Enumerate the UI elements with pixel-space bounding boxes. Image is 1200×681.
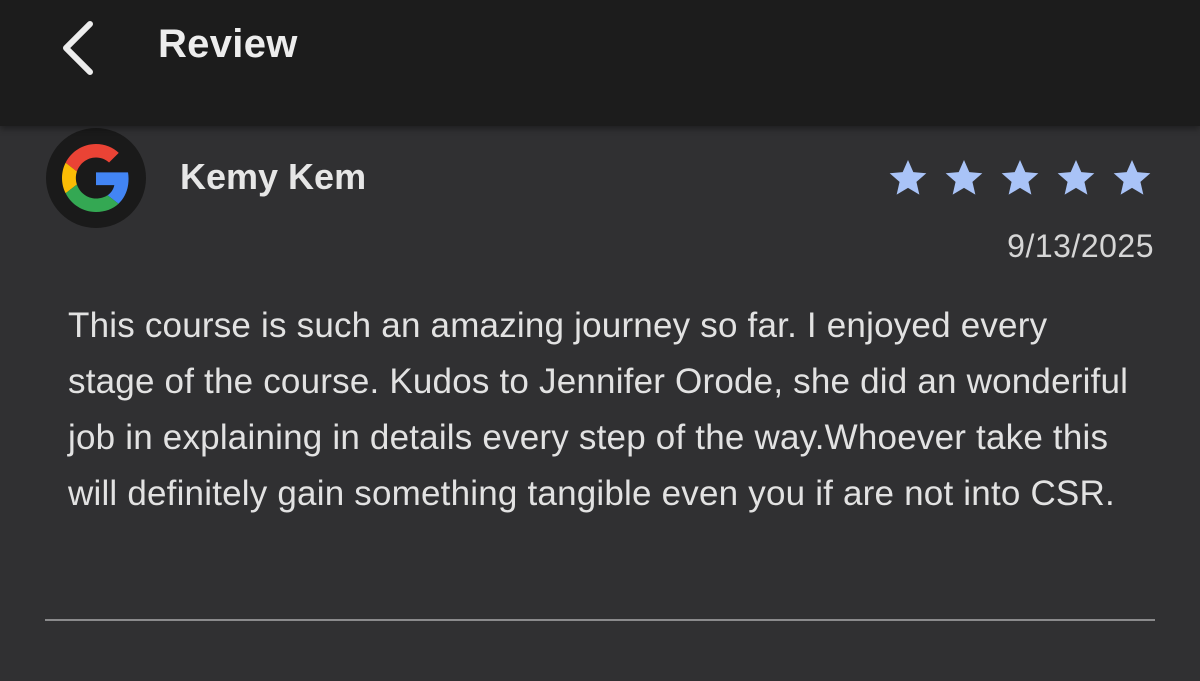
chevron-left-icon bbox=[63, 21, 93, 75]
star-icon bbox=[889, 160, 927, 195]
review-body: This course is such an amazing journey s… bbox=[68, 306, 1129, 513]
page-title: Review bbox=[158, 22, 298, 66]
star-rating bbox=[882, 156, 1158, 200]
review-date: 9/13/2025 bbox=[1007, 228, 1154, 264]
avatar bbox=[46, 128, 146, 228]
review-screen: Review Kemy Kem 9/13/2025 This course is… bbox=[0, 0, 1200, 681]
divider bbox=[45, 619, 1155, 621]
back-button[interactable] bbox=[48, 14, 112, 82]
star-icon bbox=[1057, 160, 1095, 195]
reviewer-name: Kemy Kem bbox=[180, 156, 367, 197]
app-bar: Review bbox=[0, 0, 1200, 126]
star-icon bbox=[1113, 160, 1151, 195]
star-icon bbox=[1001, 160, 1039, 195]
review-card: Kemy Kem 9/13/2025 This course is such a… bbox=[0, 126, 1200, 681]
star-icon bbox=[945, 160, 983, 195]
google-logo-icon bbox=[62, 144, 129, 212]
